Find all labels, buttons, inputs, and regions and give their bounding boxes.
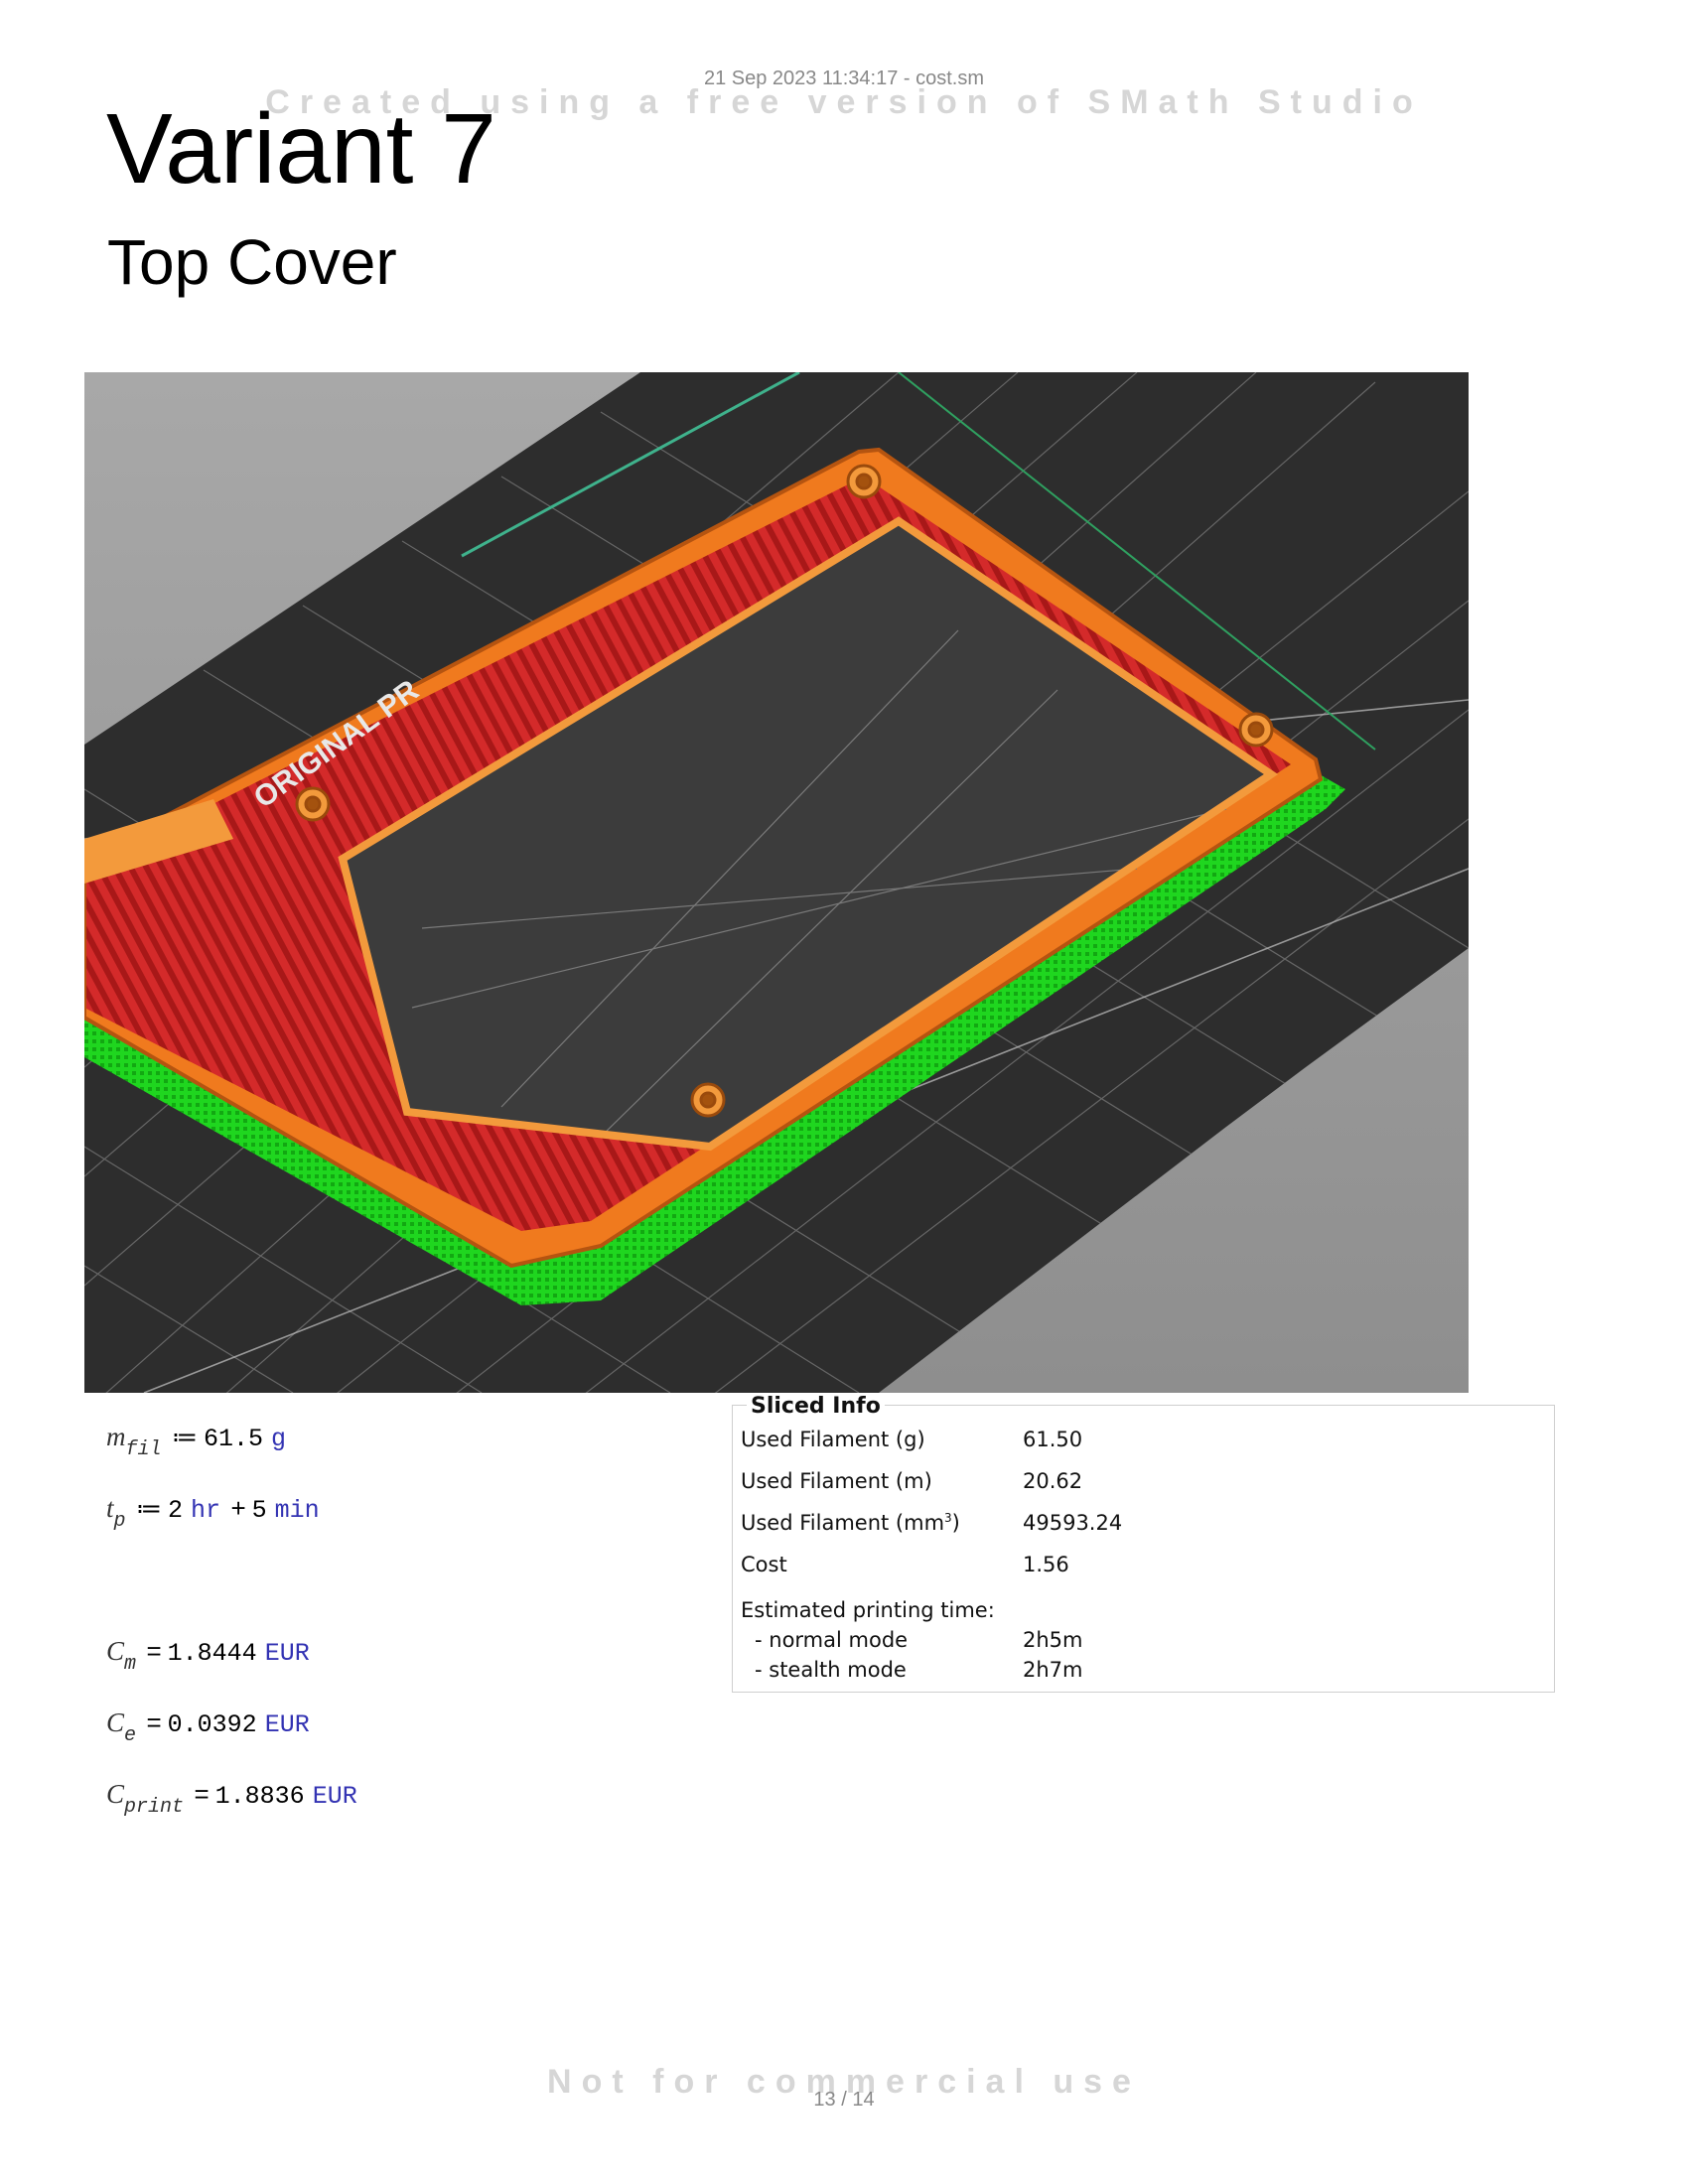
formula-m-fil: mfil ≔ 61.5 g	[106, 1422, 286, 1461]
formula-t-p: tp ≔ 2 hr +5 min	[106, 1493, 320, 1533]
used-filament-mm3-value: 49593.24	[1023, 1511, 1123, 1535]
slicer-render-image: ORIGINAL PR	[84, 372, 1469, 1393]
used-filament-m-value: 20.62	[1023, 1469, 1083, 1493]
formula-c-e: Ce = 0.0392 EUR	[106, 1707, 310, 1747]
page-title: Variant 7	[106, 93, 496, 205]
stealth-mode-label: - stealth mode	[755, 1658, 907, 1682]
used-filament-g-label: Used Filament (g)	[741, 1428, 925, 1451]
used-filament-g-value: 61.50	[1023, 1428, 1083, 1451]
formula-c-print: Cprint = 1.8836 EUR	[106, 1779, 357, 1819]
formula-c-m: Cm = 1.8444 EUR	[106, 1636, 310, 1676]
stealth-mode-value: 2h7m	[1023, 1658, 1083, 1682]
page-number: 13 / 14	[813, 2089, 875, 2111]
used-filament-m-label: Used Filament (m)	[741, 1469, 932, 1493]
cost-value: 1.56	[1023, 1553, 1069, 1576]
page-subtitle: Top Cover	[107, 226, 397, 298]
cost-label: Cost	[741, 1553, 787, 1576]
normal-mode-label: - normal mode	[755, 1628, 909, 1652]
sliced-info-title: Sliced Info	[747, 1394, 885, 1419]
sliced-info-panel: Sliced Info Used Filament (g) 61.50 Used…	[732, 1394, 1555, 1693]
estimated-time-label: Estimated printing time:	[741, 1598, 995, 1622]
used-filament-mm3-label: Used Filament (mm3)	[741, 1511, 960, 1535]
normal-mode-value: 2h5m	[1023, 1628, 1083, 1652]
